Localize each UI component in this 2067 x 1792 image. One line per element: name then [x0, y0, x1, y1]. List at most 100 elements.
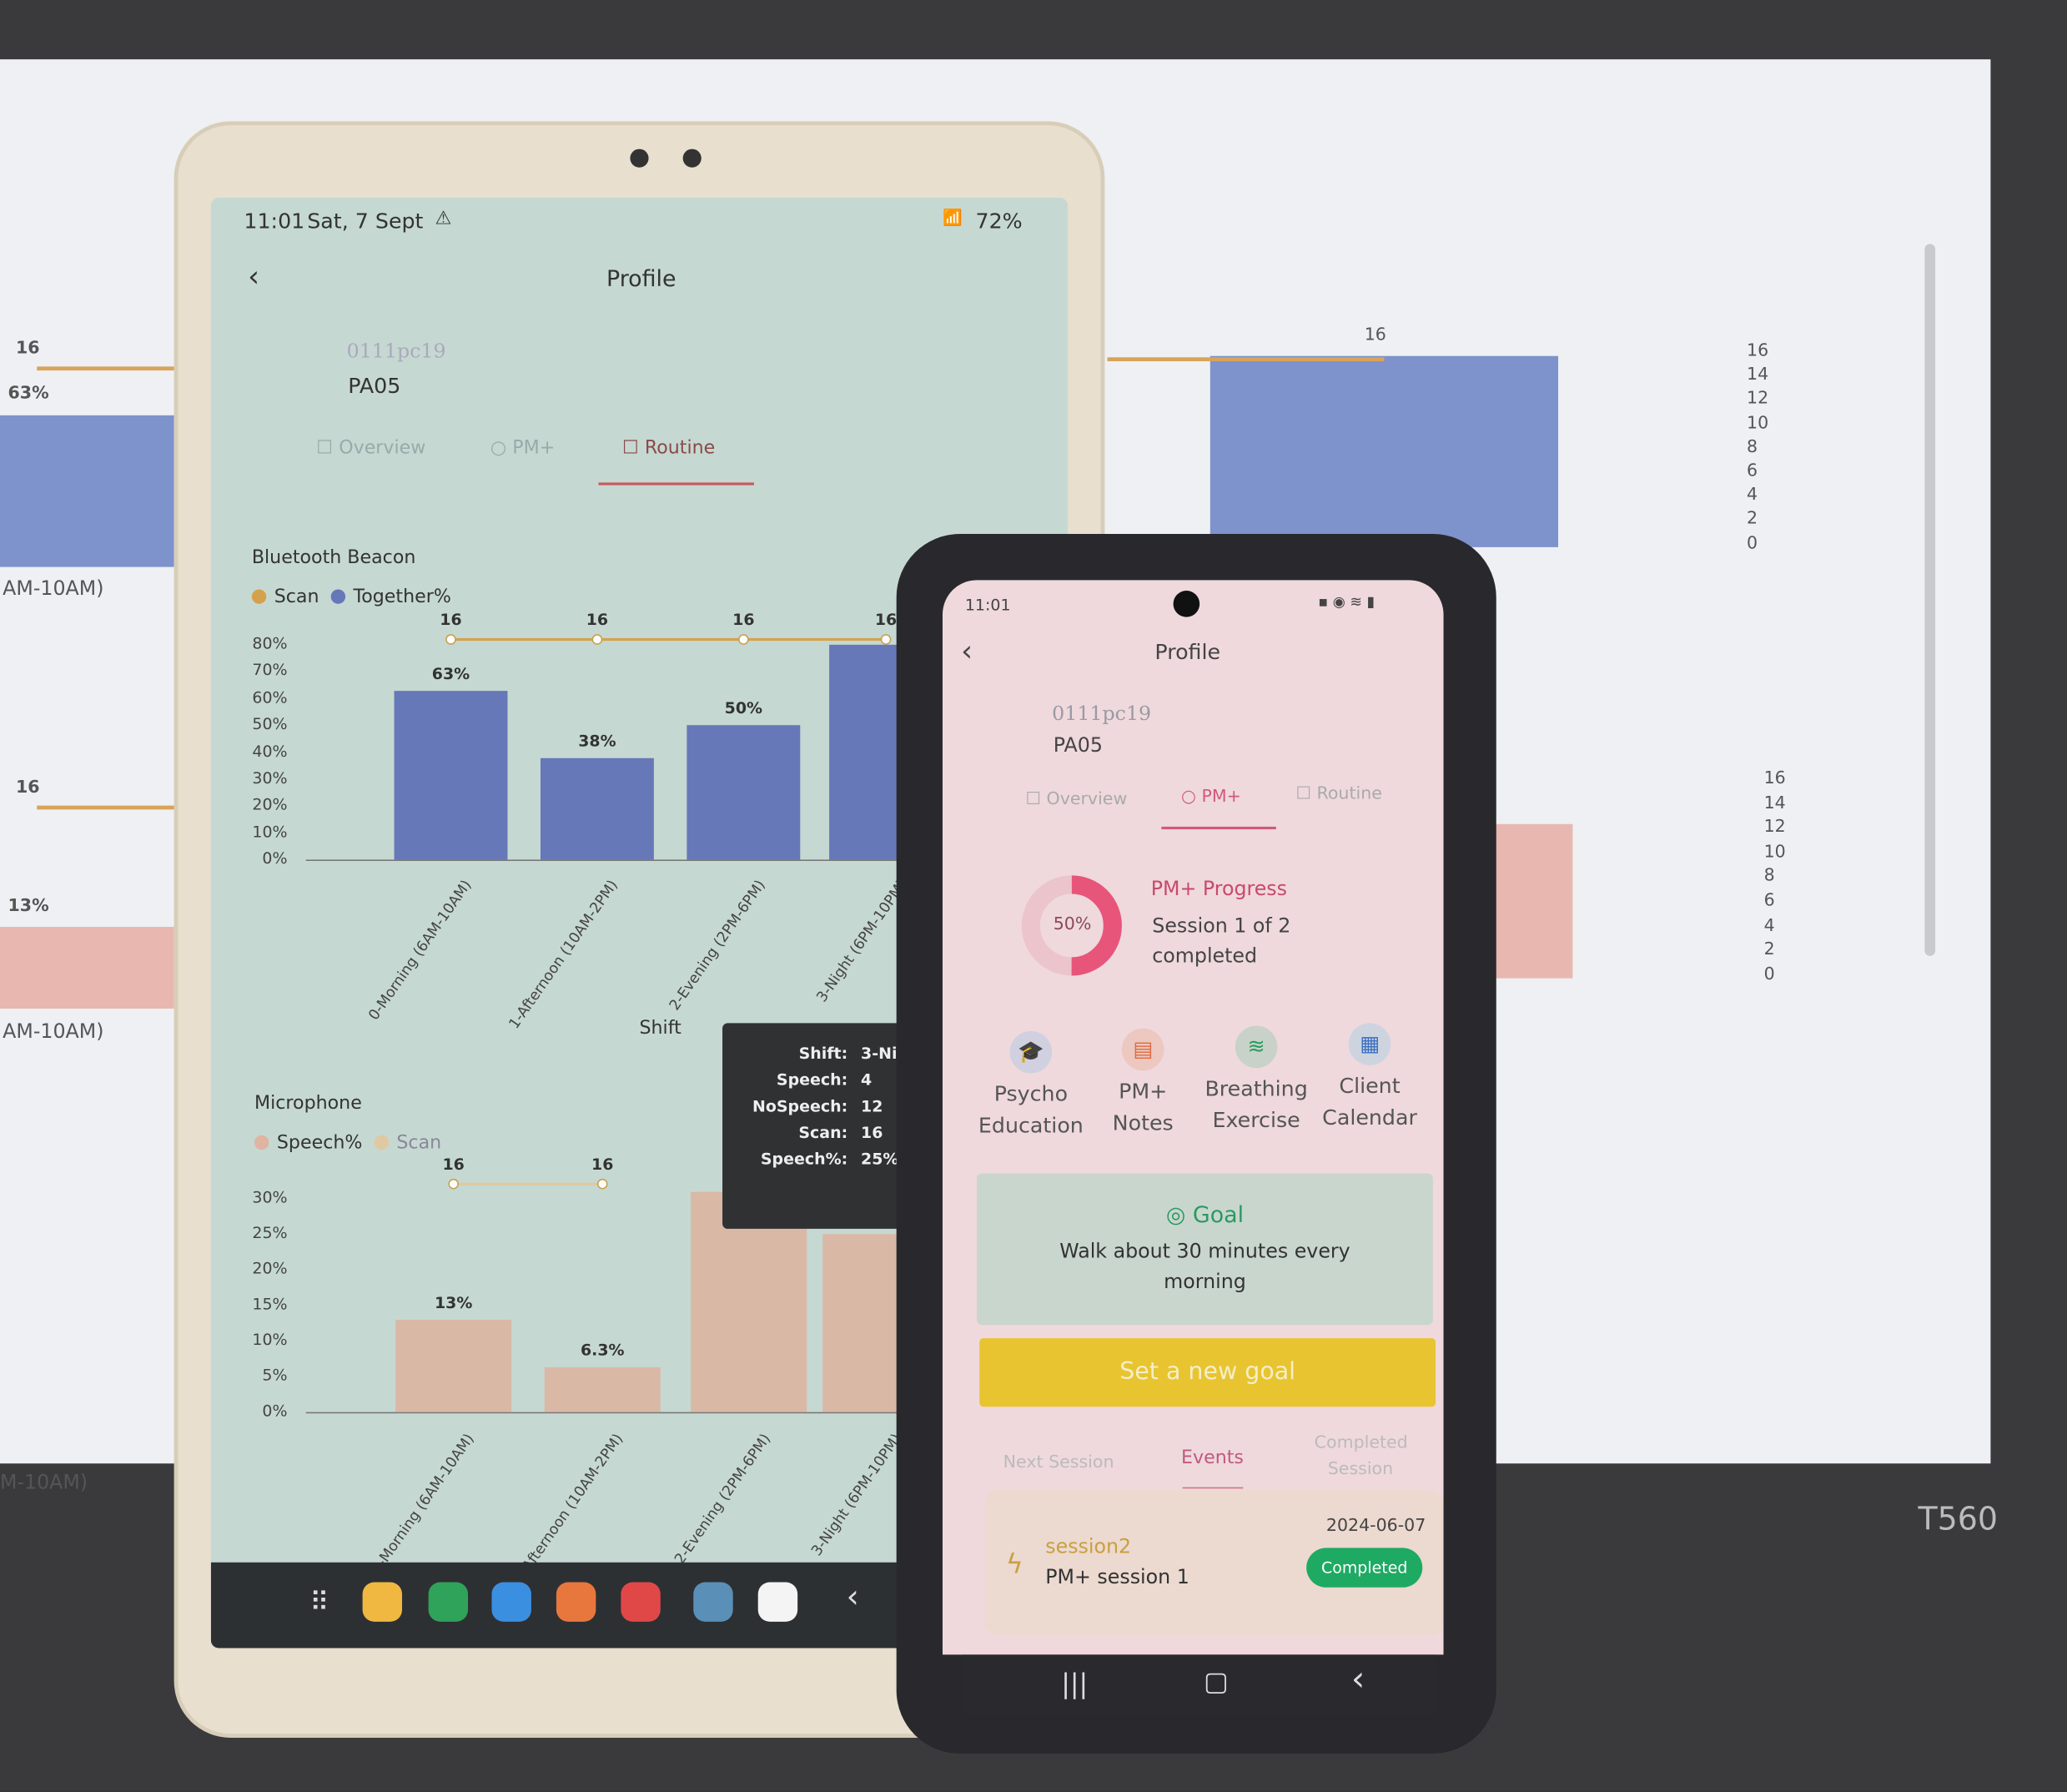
axis-tick: 0: [1763, 964, 1775, 985]
laptop-left-scan-label: 16: [15, 339, 40, 359]
axis-tick: 4: [1763, 915, 1775, 936]
axis-tick: 0: [1747, 533, 1758, 554]
y-tick-label: 25%: [252, 1223, 288, 1242]
messages-app-icon[interactable]: [491, 1582, 531, 1622]
wind-icon: ≋: [1235, 1025, 1278, 1069]
laptop-left-value-label-2: 13%: [8, 896, 49, 917]
laptop-scan-label: 16: [1364, 325, 1386, 346]
laptop-model-label: T560: [1918, 1500, 1999, 1538]
laptop-scrollbar[interactable]: [1924, 244, 1936, 956]
tooltip-row: Shift: 3-Nigh: [722, 1044, 920, 1071]
tooltip-key: Speech:: [776, 1070, 848, 1090]
x-tick-label: 0-Morning (6AM-10AM): [368, 1430, 479, 1578]
y-tick-label: 10%: [252, 1330, 288, 1349]
recents-icon[interactable]: |||: [1061, 1668, 1088, 1699]
profile-name: PA05: [1053, 732, 1103, 758]
calendar-icon: ▦: [1348, 1023, 1391, 1065]
axis-tick: 6: [1763, 891, 1775, 912]
set-new-goal-button[interactable]: Set a new goal: [979, 1338, 1436, 1407]
progress-line-1: Session 1 of 2: [1152, 914, 1291, 938]
chart-icon: ☐: [1295, 784, 1311, 805]
y-tick-label: 5%: [262, 1366, 288, 1385]
tab-routine[interactable]: ☐ Routine: [1296, 784, 1382, 804]
tooltip-row: Speech%: 25%: [722, 1150, 920, 1176]
contacts-app-icon[interactable]: [556, 1582, 596, 1622]
laptop-left-scan-line-2: [37, 805, 174, 810]
tooltip-value: 12: [861, 1096, 883, 1116]
laptop-scan-line: [1107, 357, 1385, 362]
bar-value-label: 6.3%: [580, 1341, 625, 1360]
back-icon[interactable]: ‹: [961, 636, 973, 669]
axis-tick: 14: [1763, 793, 1786, 813]
action-pm-notes[interactable]: ▤ PM+ Notes: [1084, 1028, 1202, 1140]
status-badge: Completed: [1306, 1548, 1423, 1588]
axis-tick: 2: [1763, 940, 1775, 960]
laptop-left-category-3: M-10AM): [0, 1470, 88, 1494]
tab-completed-session[interactable]: Completed Session: [1315, 1431, 1408, 1483]
bar-value-label: 13%: [434, 1293, 473, 1312]
page-title: Profile: [1154, 639, 1221, 665]
tab-overview[interactable]: ☐ Overview: [1026, 790, 1128, 810]
laptop-right-bar-1: [1210, 355, 1559, 547]
back-nav-icon[interactable]: ‹: [1351, 1660, 1365, 1699]
y-tick-label: 0%: [262, 1401, 288, 1421]
laptop-left-bar-1: [0, 415, 174, 567]
tooltip-key: Speech%:: [760, 1150, 848, 1169]
tab-events[interactable]: Events: [1181, 1447, 1244, 1468]
chart-bar: [544, 1367, 661, 1412]
y-tick-label: 20%: [252, 1259, 288, 1278]
tab-pm[interactable]: ○ PM+: [1181, 787, 1241, 807]
action-client-calendar[interactable]: ▦ Client Calendar: [1310, 1023, 1429, 1134]
goal-text: Walk about 30 minutes every morning: [1059, 1239, 1350, 1294]
active-tab-indicator: [1161, 826, 1276, 830]
event-date: 2024-06-07: [1325, 1516, 1426, 1537]
axis-tick: 6: [1747, 461, 1758, 481]
home-icon[interactable]: ▢: [1204, 1665, 1229, 1697]
events-tab-indicator: [1182, 1487, 1244, 1489]
back-nav-icon[interactable]: ‹: [847, 1578, 859, 1615]
progress-title: PM+ Progress: [1150, 876, 1288, 901]
status-icons: ▪ ◉ ≋ ▮: [1318, 593, 1375, 611]
action-breathing-exercise[interactable]: ≋ Breathing Exercise: [1197, 1025, 1315, 1137]
phone-screen: 11:01 ▪ ◉ ≋ ▮ ‹ Profile 0111pc19 PA05 ☐ …: [942, 580, 1444, 1655]
chart-bar: [395, 1319, 512, 1412]
scan-line: [453, 1182, 603, 1185]
action-psycho-education[interactable]: 🎓 Psycho Education: [972, 1030, 1090, 1142]
phone-app-icon[interactable]: [428, 1582, 469, 1622]
graduation-cap-icon: 🎓: [1009, 1030, 1053, 1074]
event-title: session2: [1045, 1534, 1132, 1559]
axis-tick: 8: [1747, 437, 1758, 458]
lightning-icon: ϟ: [1005, 1548, 1023, 1580]
target-icon: ◎: [1165, 1202, 1186, 1229]
x-tick-label: 2-Evening (2PM-6PM): [670, 1430, 774, 1568]
x-tick-label: 3-Night (6PM-10PM): [807, 1430, 906, 1559]
tooltip-value: 4: [861, 1070, 873, 1090]
axis-tick: 10: [1763, 842, 1786, 863]
tooltip-row: Speech: 4: [722, 1070, 920, 1097]
axis-tick: 16: [1747, 341, 1769, 362]
axis-tick: 8: [1763, 866, 1775, 887]
axis-tick: 12: [1747, 389, 1769, 410]
event-card[interactable]: ϟ session2 PM+ session 1 2024-06-07 Comp…: [984, 1489, 1444, 1635]
scan-point: [596, 1178, 608, 1190]
tooltip-value: 25%: [861, 1150, 899, 1169]
goal-card: ◎ Goal Walk about 30 minutes every morni…: [977, 1173, 1433, 1326]
folder-app-icon[interactable]: [362, 1582, 403, 1622]
apps-grid-icon[interactable]: ⠿: [309, 1586, 329, 1618]
tooltip-key: NoSpeech:: [752, 1096, 848, 1116]
event-subtitle: PM+ session 1: [1045, 1564, 1189, 1589]
circle-icon: ○: [1181, 787, 1196, 808]
gmail-app-icon[interactable]: [757, 1582, 798, 1622]
tooltip-value: 16: [861, 1123, 883, 1142]
laptop-left-category: AM-10AM): [3, 576, 104, 601]
goal-title: Goal: [1192, 1202, 1245, 1229]
tab-next-session[interactable]: Next Session: [1003, 1453, 1114, 1473]
axis-tick: 12: [1763, 818, 1786, 838]
axis-tick: 16: [1763, 768, 1786, 789]
phone-status-time: 11:01: [964, 596, 1011, 615]
axis-tick: 2: [1747, 509, 1758, 530]
chart-tooltip: Shift: 3-Nigh Speech: 4 NoSpeech: 12 Scan: 16 Sp…: [722, 1023, 921, 1229]
tooltip-key: Shift:: [798, 1044, 848, 1063]
gallery-app-icon[interactable]: [693, 1582, 733, 1622]
camera-app-icon[interactable]: [621, 1582, 661, 1622]
